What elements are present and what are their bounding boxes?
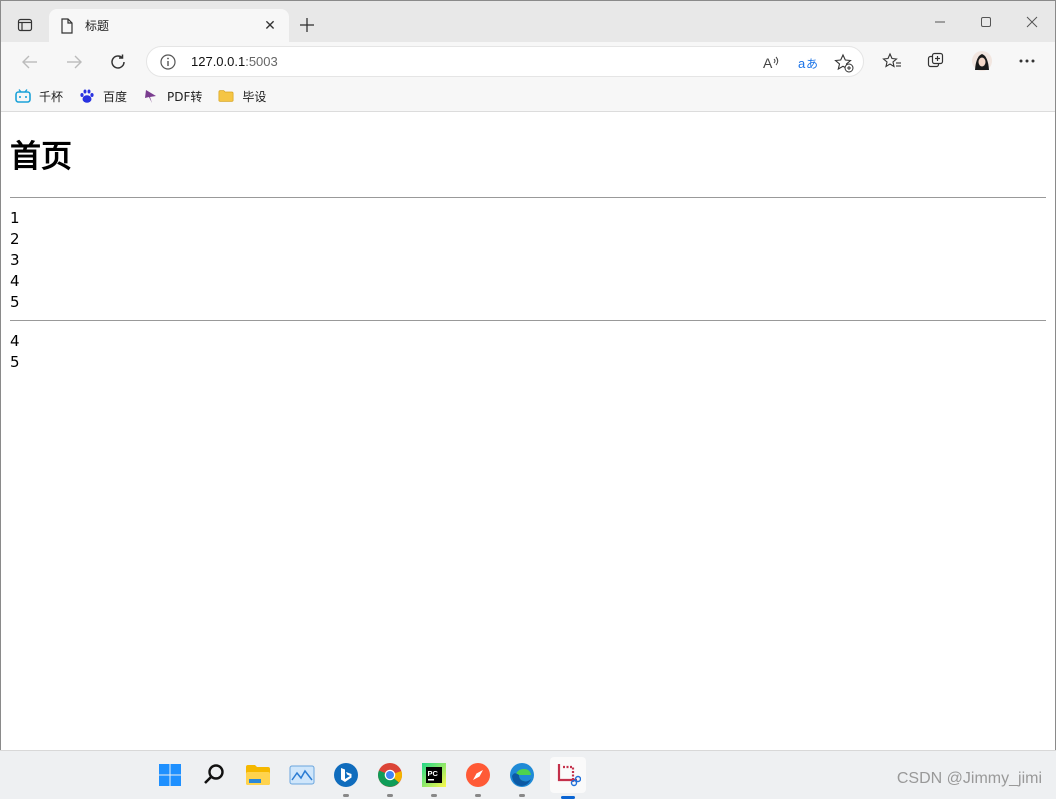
favorite-item-qianbei[interactable]: 千杯 — [15, 88, 63, 105]
list-item: 4 — [10, 332, 20, 350]
page-icon — [59, 17, 75, 34]
url-text[interactable]: 127.0.0.1:5003 — [191, 54, 278, 69]
plus-icon — [300, 18, 314, 32]
windows-start-icon[interactable] — [154, 759, 186, 791]
photos-icon[interactable] — [286, 759, 318, 791]
address-bar[interactable]: 127.0.0.1:5003 A aあ — [146, 46, 864, 77]
back-button[interactable] — [15, 47, 45, 77]
maximize-button[interactable] — [963, 1, 1009, 42]
favorite-label: 毕设 — [242, 89, 267, 104]
favorite-label: PDF转 — [167, 89, 203, 104]
compass-icon[interactable] — [462, 759, 494, 797]
bilibili-icon — [15, 88, 31, 104]
file-explorer-icon[interactable] — [242, 759, 274, 791]
profile-avatar[interactable] — [969, 48, 995, 74]
running-indicator — [475, 794, 481, 797]
svg-text:a: a — [798, 56, 806, 71]
page-heading: 首页 — [10, 139, 72, 175]
tab-active[interactable]: 标题 ✕ — [49, 9, 289, 42]
list-item: 4 — [10, 272, 20, 290]
read-aloud-icon[interactable]: A — [761, 52, 783, 74]
chrome-icon[interactable] — [374, 759, 406, 797]
taskbar: PC CSDN @Jimmy_jimi — [0, 750, 1056, 799]
list-item: 1 — [10, 209, 20, 227]
list-item: 5 — [10, 353, 20, 371]
minimize-button[interactable] — [917, 1, 963, 42]
bing-icon[interactable] — [330, 759, 362, 797]
collections-icon[interactable] — [923, 48, 949, 74]
info-icon[interactable] — [159, 53, 177, 71]
toolbar: 127.0.0.1:5003 A aあ — [1, 42, 1055, 81]
browser-window: 标题 ✕ 127.0.0.1:5003 A aあ 千杯 百度 PDF转 毕设 首… — [0, 0, 1056, 750]
running-indicator — [431, 794, 437, 797]
tab-actions-button[interactable] — [11, 11, 39, 39]
list-item: 3 — [10, 251, 20, 269]
edge-icon[interactable] — [506, 759, 538, 797]
new-tab-button[interactable] — [295, 13, 319, 37]
window-controls — [917, 1, 1055, 42]
number-list-1: 1 2 3 4 5 — [10, 198, 1046, 320]
back-arrow-icon — [22, 55, 37, 69]
favorite-label: 百度 — [103, 89, 128, 104]
svg-text:PC: PC — [428, 769, 439, 778]
url-port: :5003 — [245, 54, 278, 69]
pycharm-icon[interactable]: PC — [418, 759, 450, 797]
tab-actions-icon — [17, 18, 33, 32]
forward-button[interactable] — [59, 47, 89, 77]
more-menu-icon[interactable] — [1014, 48, 1040, 74]
running-indicator — [343, 794, 349, 797]
number-list-2: 4 5 — [10, 321, 1046, 380]
running-indicator — [519, 794, 525, 797]
folder-icon — [218, 88, 234, 104]
tab-strip: 标题 ✕ — [1, 1, 1055, 42]
favorite-item-bishe[interactable]: 毕设 — [218, 88, 266, 105]
watermark: CSDN @Jimmy_jimi — [896, 770, 1042, 787]
close-tab-icon[interactable]: ✕ — [261, 17, 279, 35]
favorites-icon[interactable] — [879, 48, 905, 74]
pdf-star-icon — [143, 88, 159, 104]
favorite-item-baidu[interactable]: 百度 — [79, 88, 127, 105]
favorite-label: 千杯 — [39, 89, 64, 104]
refresh-button[interactable] — [103, 47, 133, 77]
url-host: 127.0.0.1 — [191, 54, 246, 69]
favorites-bar: 千杯 百度 PDF转 毕设 — [1, 81, 1055, 112]
tab-title: 标题 — [85, 19, 110, 33]
snipping-tool-icon[interactable] — [550, 757, 586, 799]
svg-text:あ: あ — [806, 57, 818, 71]
add-favorite-icon[interactable] — [833, 52, 855, 74]
search-icon[interactable] — [198, 759, 230, 791]
page-content: 首页 1 2 3 4 5 4 5 — [1, 113, 1055, 750]
list-item: 5 — [10, 293, 20, 311]
favorite-item-pdf[interactable]: PDF转 — [143, 88, 202, 105]
refresh-icon — [111, 54, 125, 69]
forward-arrow-icon — [67, 55, 82, 69]
running-indicator — [387, 794, 393, 797]
translate-icon[interactable]: aあ — [797, 52, 819, 74]
baidu-paw-icon — [79, 88, 95, 104]
close-window-button[interactable] — [1009, 1, 1055, 42]
list-item: 2 — [10, 230, 20, 248]
svg-text:A: A — [763, 55, 773, 71]
